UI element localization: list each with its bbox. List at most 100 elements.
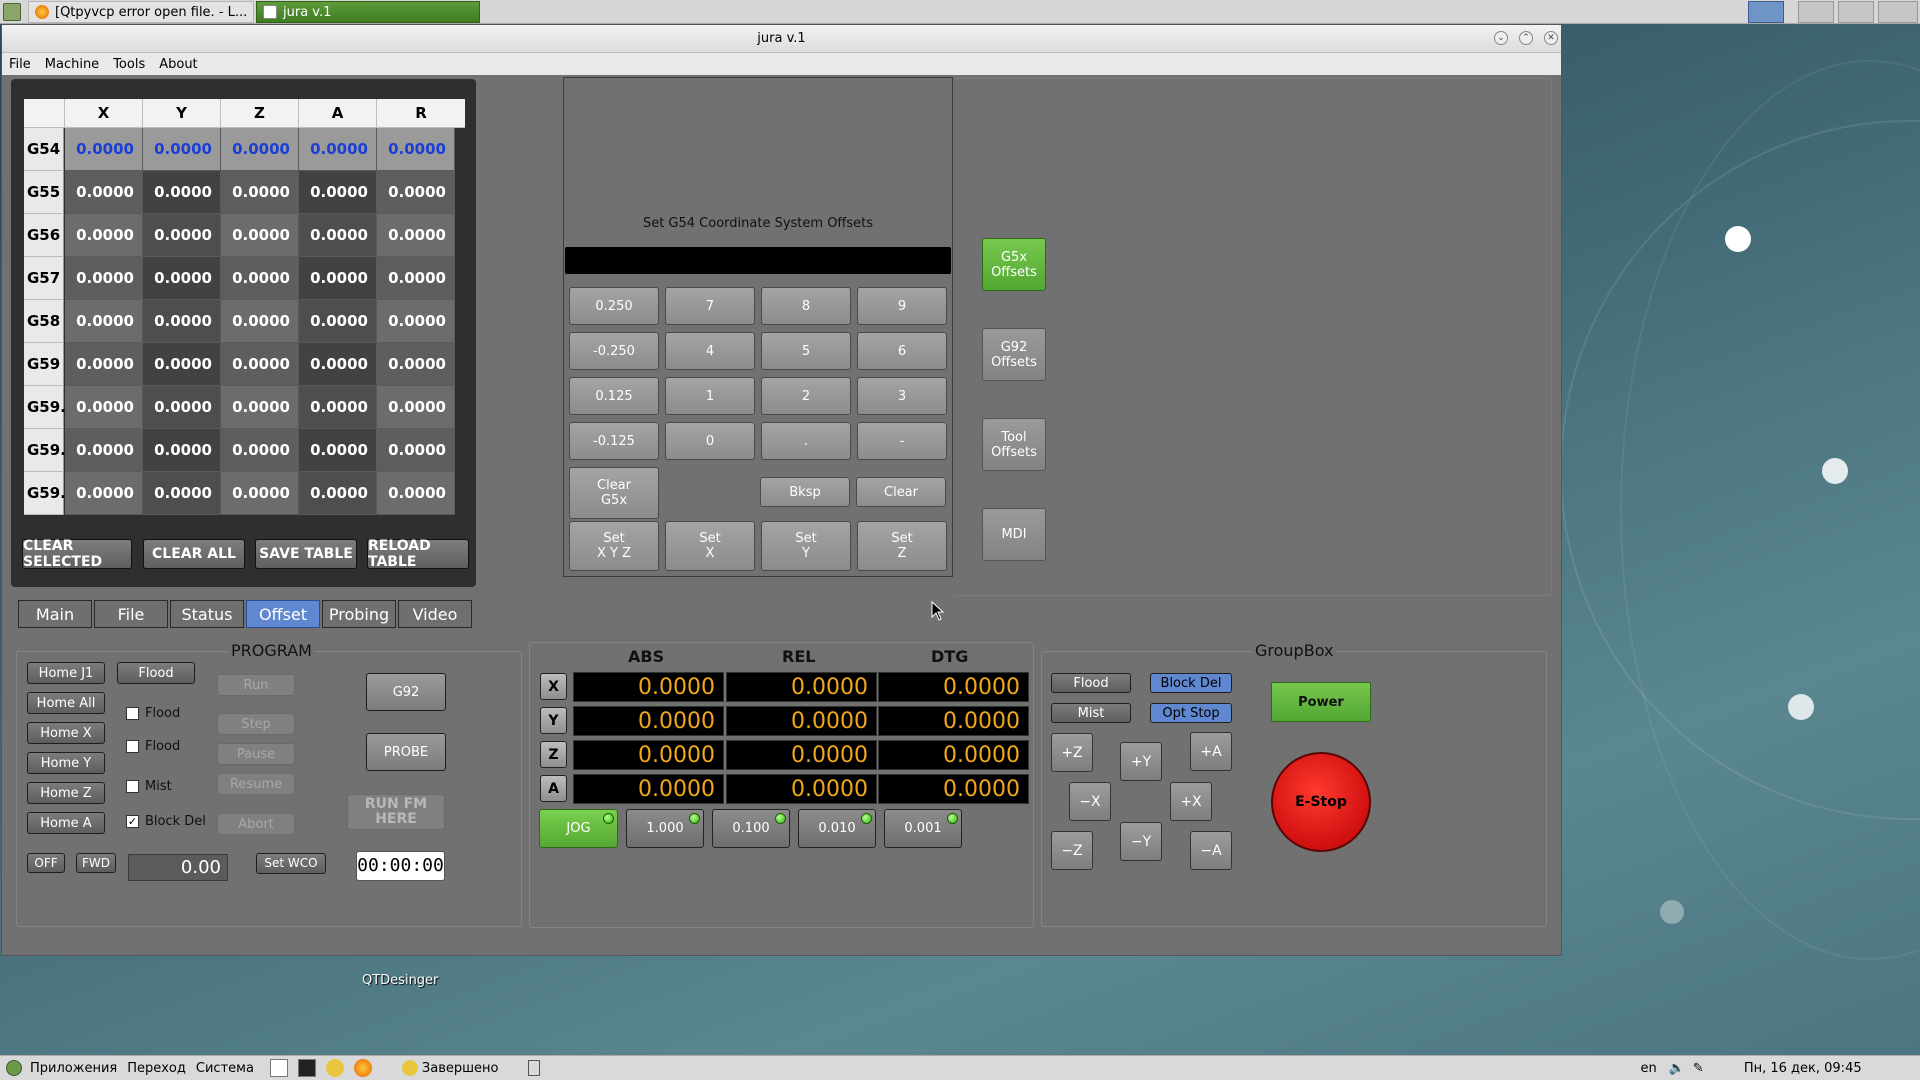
terminal-icon[interactable]: [297, 1059, 316, 1077]
keypad-key[interactable]: 9: [857, 287, 947, 325]
tab-offset[interactable]: Offset: [246, 600, 320, 628]
jog-plus-y-button[interactable]: +Y: [1120, 742, 1162, 781]
home-y-button[interactable]: Home Y: [27, 752, 105, 774]
close-icon[interactable]: ✕: [1544, 31, 1558, 45]
row-header[interactable]: G55: [24, 171, 64, 214]
power-button[interactable]: Power: [1271, 682, 1371, 722]
g92-offsets-button[interactable]: G92 Offsets: [982, 328, 1046, 381]
keypad-key[interactable]: 7: [665, 287, 755, 325]
maximize-icon[interactable]: ⌃: [1519, 31, 1533, 45]
flood-button[interactable]: Flood: [117, 662, 195, 684]
keypad-key[interactable]: 1: [665, 377, 755, 415]
reload-table-button[interactable]: RELOAD TABLE: [367, 538, 469, 570]
table-cell[interactable]: 0.0000: [377, 257, 455, 300]
column-header-r[interactable]: R: [377, 99, 465, 128]
jog-plus-x-button[interactable]: +X: [1170, 782, 1212, 821]
increment-0010-button[interactable]: 0.010: [798, 809, 876, 848]
table-cell[interactable]: 0.0000: [143, 171, 221, 214]
backspace-button[interactable]: Bksp: [760, 477, 850, 507]
table-cell[interactable]: 0.0000: [221, 257, 299, 300]
table-cell[interactable]: 0.0000: [143, 257, 221, 300]
row-header[interactable]: G59.1: [24, 386, 76, 429]
table-cell[interactable]: 0.0000: [143, 386, 221, 429]
table-cell[interactable]: 0.0000: [65, 343, 143, 386]
row-header[interactable]: G56: [24, 214, 64, 257]
home-all-button[interactable]: Home All: [27, 692, 105, 714]
clear-all-button[interactable]: CLEAR ALL: [143, 539, 245, 569]
abort-button[interactable]: Abort: [217, 813, 295, 835]
table-cell[interactable]: 0.0000: [65, 214, 143, 257]
workspace-switcher-2[interactable]: [1798, 1, 1834, 23]
set-z-button[interactable]: Set Z: [857, 521, 947, 571]
keypad-key[interactable]: 0.125: [569, 377, 659, 415]
set-wco-button[interactable]: Set WCO: [256, 853, 326, 874]
column-header-x[interactable]: X: [65, 99, 143, 128]
table-cell[interactable]: 0.0000: [221, 171, 299, 214]
row-header[interactable]: G58: [24, 300, 64, 343]
increment-1000-button[interactable]: 1.000: [626, 809, 704, 848]
column-header-z[interactable]: Z: [221, 99, 299, 128]
flood-checkbox[interactable]: Flood: [126, 706, 180, 721]
flood-checkbox-2[interactable]: Flood: [126, 739, 180, 754]
set-x-button[interactable]: Set X: [665, 521, 755, 571]
workspace-switcher-4[interactable]: [1878, 1, 1918, 23]
table-cell[interactable]: 0.0000: [377, 300, 455, 343]
table-cell[interactable]: 0.0000: [299, 171, 377, 214]
mist-toggle-button[interactable]: Mist: [1051, 703, 1131, 723]
keypad-key[interactable]: -0.125: [569, 422, 659, 460]
set-y-button[interactable]: Set Y: [761, 521, 851, 571]
home-j1-button[interactable]: Home J1: [27, 662, 105, 684]
firefox-icon[interactable]: [353, 1059, 372, 1077]
row-header[interactable]: G59: [24, 343, 64, 386]
keypad-key[interactable]: 0: [665, 422, 755, 460]
tool-offsets-button[interactable]: Tool Offsets: [982, 418, 1046, 471]
table-cell[interactable]: 0.0000: [143, 429, 221, 472]
menu-tools[interactable]: Tools: [106, 57, 152, 72]
table-cell[interactable]: 0.0000: [377, 171, 455, 214]
table-cell[interactable]: 0.0000: [221, 214, 299, 257]
jog-minus-x-button[interactable]: −X: [1069, 782, 1111, 821]
axis-x-button[interactable]: X: [540, 673, 567, 700]
tab-video[interactable]: Video: [398, 600, 472, 628]
spindle-off-button[interactable]: OFF: [27, 853, 65, 873]
increment-0001-button[interactable]: 0.001: [884, 809, 962, 848]
column-header-a[interactable]: A: [299, 99, 377, 128]
keypad-key[interactable]: .: [761, 422, 851, 460]
keyboard-layout[interactable]: en: [1640, 1061, 1656, 1076]
table-cell[interactable]: 0.0000: [65, 472, 143, 515]
app-menu-icon[interactable]: [3, 3, 21, 21]
keypad-display[interactable]: [565, 247, 951, 274]
row-header[interactable]: G59.3: [24, 472, 76, 515]
step-button[interactable]: Step: [217, 713, 295, 735]
g5x-offsets-button[interactable]: G5x Offsets: [982, 238, 1046, 291]
row-header[interactable]: G59.2: [24, 429, 76, 472]
jog-plus-a-button[interactable]: +A: [1190, 732, 1232, 771]
keypad-key[interactable]: -0.250: [569, 332, 659, 370]
run-button[interactable]: Run: [217, 674, 295, 696]
mdi-button[interactable]: MDI: [982, 508, 1046, 561]
home-z-button[interactable]: Home Z: [27, 782, 105, 804]
table-cell[interactable]: 0.0000: [221, 300, 299, 343]
network-icon[interactable]: ✎: [1693, 1061, 1704, 1076]
table-cell[interactable]: 0.0000: [299, 343, 377, 386]
resume-button[interactable]: Resume: [217, 773, 295, 795]
desktop-icon-label[interactable]: QTDesinger: [362, 973, 438, 988]
tab-file[interactable]: File: [94, 600, 168, 628]
estop-button[interactable]: E-Stop: [1271, 752, 1371, 852]
table-cell[interactable]: 0.0000: [377, 128, 455, 171]
jog-minus-z-button[interactable]: −Z: [1051, 831, 1093, 870]
menu-applications[interactable]: Приложения: [30, 1061, 117, 1076]
set-xyz-button[interactable]: Set X Y Z: [569, 521, 659, 571]
text-editor-icon[interactable]: [269, 1059, 288, 1077]
linux-tux-icon[interactable]: [325, 1059, 344, 1077]
probe-button[interactable]: PROBE: [366, 733, 446, 771]
tab-main[interactable]: Main: [18, 600, 92, 628]
jog-button[interactable]: JOG: [539, 809, 618, 848]
flood-toggle-button[interactable]: Flood: [1051, 673, 1131, 693]
table-cell[interactable]: 0.0000: [299, 472, 377, 515]
axis-a-button[interactable]: A: [540, 775, 567, 802]
save-table-button[interactable]: SAVE TABLE: [255, 539, 357, 569]
column-header-y[interactable]: Y: [143, 99, 221, 128]
system-menu-icon[interactable]: [6, 1060, 22, 1076]
table-cell[interactable]: 0.0000: [299, 300, 377, 343]
